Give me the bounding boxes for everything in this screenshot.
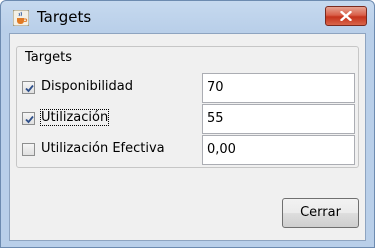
disponibilidad-checkbox[interactable] (22, 81, 35, 94)
dialog-content: Targets Disponibilidad 70 Utilización 55… (9, 33, 366, 241)
utilizacion-efectiva-checkbox[interactable] (22, 143, 35, 156)
java-cup-icon (12, 9, 30, 27)
close-icon (340, 11, 352, 21)
row-utilizacion: Utilización 55 (22, 104, 355, 134)
disponibilidad-label[interactable]: Disponibilidad (41, 79, 133, 94)
window-title: Targets (37, 8, 92, 26)
utilizacion-efectiva-field[interactable]: 0,00 (202, 135, 355, 165)
title-bar[interactable]: Targets (1, 1, 374, 33)
cerrar-button[interactable]: Cerrar (282, 198, 359, 228)
row-utilizacion-efectiva: Utilización Efectiva 0,00 (22, 135, 355, 165)
window-close-button[interactable] (325, 6, 367, 26)
utilizacion-efectiva-label[interactable]: Utilización Efectiva (41, 141, 165, 156)
utilizacion-label[interactable]: Utilización (39, 109, 110, 126)
utilizacion-field[interactable]: 55 (202, 104, 355, 134)
targets-window: Targets Targets Disponibilidad 70 Utiliz… (0, 0, 375, 248)
checkmark-icon (25, 115, 34, 124)
group-title: Targets (23, 50, 74, 65)
checkmark-icon (25, 84, 34, 93)
row-disponibilidad: Disponibilidad 70 (22, 73, 355, 103)
targets-group: Targets Disponibilidad 70 Utilización 55… (16, 46, 359, 168)
disponibilidad-field[interactable]: 70 (202, 73, 355, 103)
utilizacion-checkbox[interactable] (22, 112, 35, 125)
